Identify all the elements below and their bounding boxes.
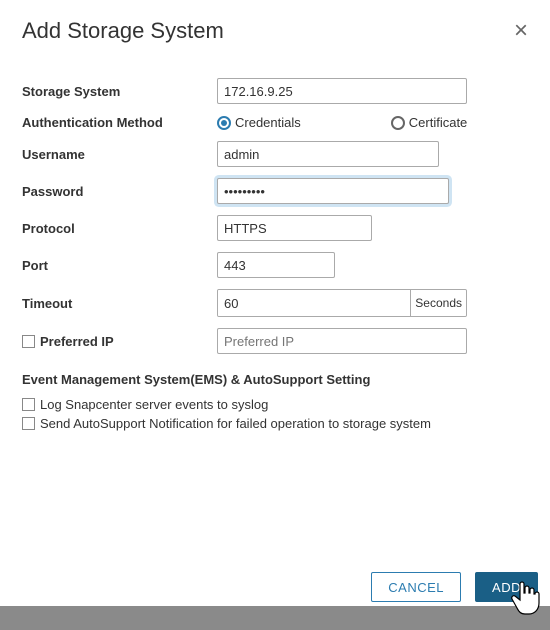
row-port: Port bbox=[22, 252, 528, 278]
username-input[interactable] bbox=[217, 141, 439, 167]
dialog-footer: CANCEL ADD bbox=[371, 572, 538, 602]
radio-unchecked-icon bbox=[391, 116, 405, 130]
ems-section-title: Event Management System(EMS) & AutoSuppo… bbox=[22, 372, 528, 387]
bottom-bar bbox=[0, 606, 550, 630]
password-input[interactable] bbox=[217, 178, 449, 204]
radio-certificate[interactable]: Certificate bbox=[391, 115, 468, 130]
label-preferred-ip: Preferred IP bbox=[40, 334, 114, 349]
label-password: Password bbox=[22, 184, 217, 199]
autosupport-checkbox[interactable] bbox=[22, 417, 35, 430]
row-autosupport: Send AutoSupport Notification for failed… bbox=[22, 416, 528, 431]
add-storage-dialog: Add Storage System × Storage System Auth… bbox=[0, 0, 550, 431]
label-protocol: Protocol bbox=[22, 221, 217, 236]
row-password: Password bbox=[22, 178, 528, 204]
radio-credentials-label: Credentials bbox=[235, 115, 301, 130]
log-syslog-label: Log Snapcenter server events to syslog bbox=[40, 397, 268, 412]
log-syslog-checkbox[interactable] bbox=[22, 398, 35, 411]
autosupport-label: Send AutoSupport Notification for failed… bbox=[40, 416, 431, 431]
row-auth-method: Authentication Method Credentials Certif… bbox=[22, 115, 528, 130]
port-input[interactable] bbox=[217, 252, 335, 278]
radio-credentials[interactable]: Credentials bbox=[217, 115, 301, 130]
timeout-unit: Seconds bbox=[411, 290, 466, 316]
label-storage-system: Storage System bbox=[22, 84, 217, 99]
timeout-input[interactable] bbox=[218, 290, 411, 316]
close-icon[interactable]: × bbox=[514, 19, 528, 43]
row-storage-system: Storage System bbox=[22, 78, 528, 104]
preferred-ip-checkbox[interactable] bbox=[22, 335, 35, 348]
add-button[interactable]: ADD bbox=[475, 572, 538, 602]
radio-certificate-label: Certificate bbox=[409, 115, 468, 130]
dialog-title: Add Storage System bbox=[22, 18, 224, 44]
row-username: Username bbox=[22, 141, 528, 167]
preferred-ip-input bbox=[217, 328, 467, 354]
cancel-button[interactable]: CANCEL bbox=[371, 572, 461, 602]
label-timeout: Timeout bbox=[22, 296, 217, 311]
row-preferred-ip: Preferred IP bbox=[22, 328, 528, 354]
storage-system-input[interactable] bbox=[217, 78, 467, 104]
protocol-input[interactable] bbox=[217, 215, 372, 241]
dialog-header: Add Storage System × bbox=[22, 18, 528, 44]
label-auth-method: Authentication Method bbox=[22, 115, 217, 130]
row-protocol: Protocol bbox=[22, 215, 528, 241]
label-username: Username bbox=[22, 147, 217, 162]
radio-checked-icon bbox=[217, 116, 231, 130]
row-timeout: Timeout Seconds bbox=[22, 289, 528, 317]
label-port: Port bbox=[22, 258, 217, 273]
row-log-syslog: Log Snapcenter server events to syslog bbox=[22, 397, 528, 412]
